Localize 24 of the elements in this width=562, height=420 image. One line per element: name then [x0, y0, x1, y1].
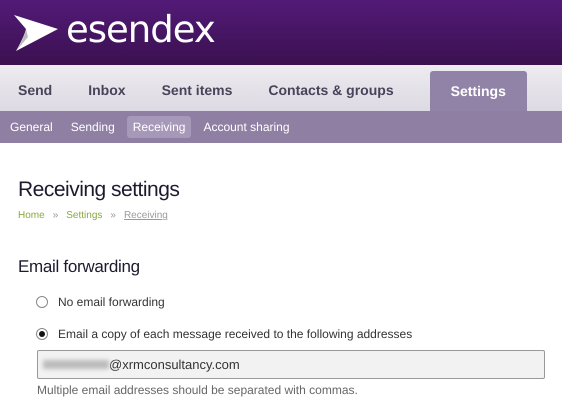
subnav-tab[interactable]: Sending	[64, 116, 121, 138]
hint-text: Multiple email addresses should be separated with commas.	[37, 383, 359, 397]
nav-tab[interactable]: Send	[0, 73, 70, 111]
logo-icon	[12, 12, 60, 52]
page-title: Receiving settings	[18, 178, 180, 202]
nav-tab[interactable]: Settings	[430, 71, 527, 111]
radio-label[interactable]: Email a copy of each message received to the following addresses	[58, 327, 412, 341]
nav-tab[interactable]: Sent items	[144, 73, 250, 111]
nav-tab[interactable]: Contacts & groups	[250, 73, 412, 111]
subnav-tab[interactable]: General	[4, 116, 59, 138]
subnav-tab[interactable]: Account sharing	[197, 116, 296, 138]
breadcrumb-link[interactable]: Settings	[66, 210, 102, 221]
breadcrumb-link[interactable]: Home	[18, 210, 45, 221]
nav-tab[interactable]: Inbox	[70, 73, 144, 111]
radio-button[interactable]	[36, 328, 48, 340]
address-input-field[interactable]: @xrmconsultancy.com	[37, 350, 545, 379]
section-heading: Email forwarding	[18, 257, 141, 277]
breadcrumb-link[interactable]: Receiving	[124, 210, 168, 221]
subnav-tab[interactable]: Receiving	[126, 116, 192, 138]
logo-wordmark: esendex	[66, 11, 215, 48]
breadcrumb-separator: »	[52, 210, 58, 221]
radio-label[interactable]: No email forwarding	[58, 295, 165, 309]
breadcrumb-separator: »	[110, 210, 116, 221]
radio-button[interactable]	[36, 296, 48, 308]
